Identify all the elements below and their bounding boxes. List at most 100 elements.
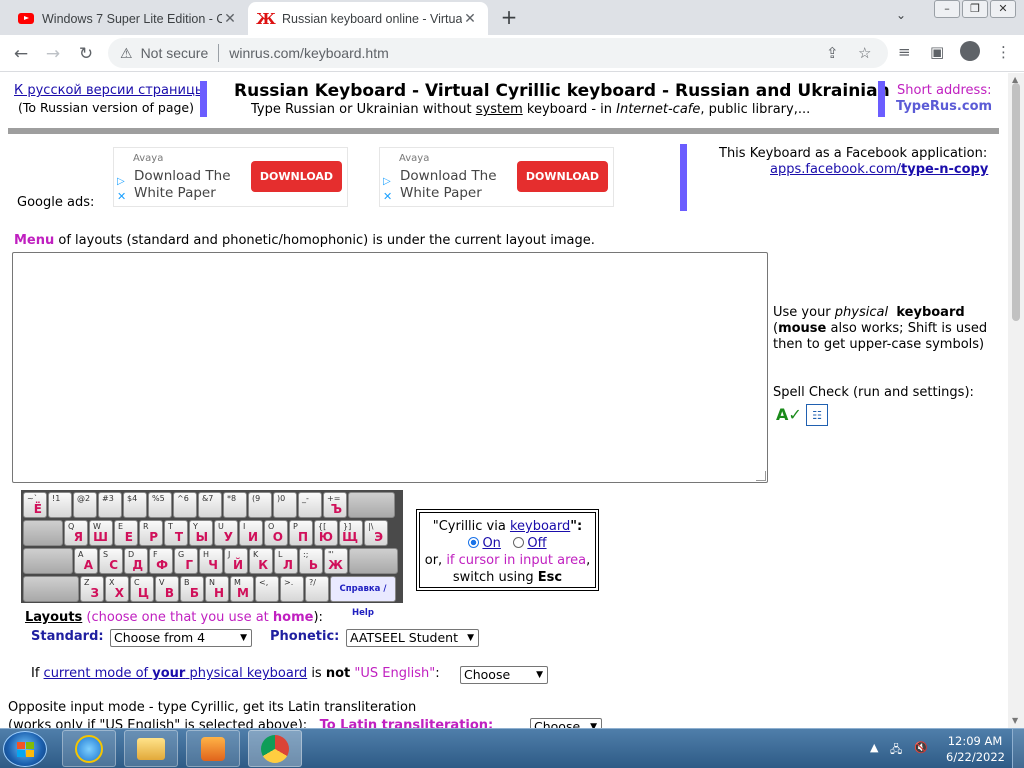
- reading-list-icon[interactable]: ≡: [898, 43, 911, 61]
- keyboard-modifier-key[interactable]: [23, 548, 73, 574]
- side-panel-icon[interactable]: ▣: [930, 43, 944, 61]
- keyboard-key[interactable]: NН: [205, 576, 229, 602]
- close-window-button[interactable]: ✕: [990, 0, 1016, 18]
- phonetic-layout-select[interactable]: AATSEEL Student ▼: [346, 629, 479, 647]
- keyboard-key[interactable]: >.: [280, 576, 304, 602]
- keyboard-key[interactable]: SС: [99, 548, 123, 574]
- volume-muted-icon[interactable]: 🔇: [914, 741, 928, 754]
- keyboard-key[interactable]: YЫ: [189, 520, 213, 546]
- on-radio-label[interactable]: On: [482, 536, 500, 551]
- keyboard-key[interactable]: !1: [48, 492, 72, 518]
- physical-mode-select[interactable]: Choose ▼: [460, 666, 548, 684]
- ad-text[interactable]: Download The White Paper: [134, 168, 244, 202]
- spell-check-settings-icon[interactable]: ☷: [806, 404, 828, 426]
- chrome-button[interactable]: [248, 730, 302, 767]
- backspace-key[interactable]: [348, 492, 395, 518]
- keyboard-link[interactable]: keyboard: [510, 519, 570, 534]
- current-mode-link[interactable]: current mode of your physical keyboard: [44, 666, 308, 681]
- on-radio[interactable]: [468, 537, 480, 548]
- keyboard-key[interactable]: }] Щ: [339, 520, 363, 546]
- keyboard-key[interactable]: EЕ: [114, 520, 138, 546]
- keyboard-key[interactable]: ZЗ: [80, 576, 104, 602]
- keyboard-key[interactable]: KК: [249, 548, 273, 574]
- keyboard-key[interactable]: ?/: [305, 576, 329, 602]
- menu-kebab-icon[interactable]: ⋮: [996, 43, 1011, 61]
- keyboard-key[interactable]: ^6: [173, 492, 197, 518]
- security-status[interactable]: Not secure: [141, 45, 209, 61]
- minimize-button[interactable]: –: [934, 0, 960, 18]
- media-player-button[interactable]: [186, 730, 240, 767]
- show-hidden-icons-icon[interactable]: ▲: [870, 741, 878, 754]
- keyboard-key[interactable]: RР: [139, 520, 163, 546]
- ad-text[interactable]: Download The White Paper: [400, 168, 510, 202]
- start-button[interactable]: [3, 731, 47, 767]
- keyboard-key[interactable]: JЙ: [224, 548, 248, 574]
- keyboard-key[interactable]: GГ: [174, 548, 198, 574]
- tab-youtube[interactable]: Windows 7 Super Lite Edition - O ✕: [8, 2, 248, 35]
- url-text[interactable]: winrus.com/keyboard.htm: [229, 45, 389, 61]
- latin-transliteration-select[interactable]: Choose ▼: [530, 718, 602, 728]
- ad-close-icon[interactable]: ✕: [383, 190, 392, 203]
- ad-close-icon[interactable]: ✕: [117, 190, 126, 203]
- keyboard-key[interactable]: TТ: [164, 520, 188, 546]
- keyboard-modifier-key[interactable]: [23, 576, 79, 602]
- ad-banner[interactable]: Avaya ▷ ✕ Download The White Paper DOWNL…: [113, 147, 348, 207]
- keyboard-key[interactable]: <,: [255, 576, 279, 602]
- keyboard-key[interactable]: $4: [123, 492, 147, 518]
- keyboard-key[interactable]: #3: [98, 492, 122, 518]
- off-radio-label[interactable]: Off: [527, 536, 546, 551]
- keyboard-key[interactable]: WШ: [89, 520, 113, 546]
- keyboard-help-button[interactable]: Справка / Help: [330, 576, 396, 618]
- tab-close-icon[interactable]: ✕: [462, 11, 478, 27]
- keyboard-key[interactable]: DД: [124, 548, 148, 574]
- tab-russian-keyboard[interactable]: Ж Russian keyboard online - Virtual ✕: [248, 2, 488, 35]
- maximize-button[interactable]: ❐: [962, 0, 988, 18]
- ad-download-button[interactable]: DOWNLOAD: [517, 161, 608, 192]
- keyboard-key[interactable]: LЛ: [274, 548, 298, 574]
- spell-check-run-icon[interactable]: A✓: [776, 404, 802, 426]
- keyboard-key[interactable]: CЦ: [130, 576, 154, 602]
- keyboard-key[interactable]: @2: [73, 492, 97, 518]
- address-bar[interactable]: ⚠ Not secure winrus.com/keyboard.htm ⇪ ☆: [108, 38, 888, 68]
- keyboard-key[interactable]: FФ: [149, 548, 173, 574]
- keyboard-key[interactable]: OО: [264, 520, 288, 546]
- ad-download-button[interactable]: DOWNLOAD: [251, 161, 342, 192]
- bookmark-star-icon[interactable]: ☆: [858, 44, 871, 62]
- keyboard-key[interactable]: AА: [74, 548, 98, 574]
- russian-version-link[interactable]: К русской версии страницы: [14, 83, 205, 98]
- keyboard-key[interactable]: &7: [198, 492, 222, 518]
- keyboard-modifier-key[interactable]: [23, 520, 63, 546]
- keyboard-key[interactable]: PП: [289, 520, 313, 546]
- page-scrollbar[interactable]: ▲ ▼: [1008, 73, 1024, 728]
- warning-icon[interactable]: ⚠: [120, 45, 133, 62]
- share-icon[interactable]: ⇪: [826, 44, 839, 62]
- keyboard-key[interactable]: IИ: [239, 520, 263, 546]
- layouts-link[interactable]: Layouts: [25, 610, 82, 625]
- facebook-app-link[interactable]: apps.facebook.com/type-n-copy: [770, 162, 988, 177]
- ad-banner[interactable]: Avaya ▷ ✕ Download The White Paper DOWNL…: [379, 147, 614, 207]
- keyboard-key[interactable]: _-: [298, 492, 322, 518]
- enter-key[interactable]: [349, 548, 398, 574]
- scrollbar-thumb[interactable]: [1012, 83, 1020, 321]
- forward-arrow-icon[interactable]: →: [40, 41, 66, 67]
- tab-close-icon[interactable]: ✕: [222, 11, 238, 27]
- keyboard-key[interactable]: += Ъ: [323, 492, 347, 518]
- text-input-area[interactable]: [12, 252, 768, 483]
- keyboard-key[interactable]: *8: [223, 492, 247, 518]
- back-arrow-icon[interactable]: ←: [8, 41, 34, 67]
- standard-layout-select[interactable]: Choose from 4 ▼: [110, 629, 252, 647]
- off-radio[interactable]: [513, 537, 525, 548]
- keyboard-key[interactable]: ~` Ё: [23, 492, 47, 518]
- adchoices-icon[interactable]: ▷: [383, 176, 391, 187]
- adchoices-icon[interactable]: ▷: [117, 176, 125, 187]
- file-explorer-button[interactable]: [124, 730, 178, 767]
- show-desktop-button[interactable]: [1012, 729, 1024, 768]
- keyboard-key[interactable]: UУ: [214, 520, 238, 546]
- scroll-down-arrow-icon[interactable]: ▼: [1012, 716, 1018, 725]
- tab-search-chevron-icon[interactable]: ⌄: [896, 8, 906, 22]
- keyboard-key[interactable]: HЧ: [199, 548, 223, 574]
- new-tab-button[interactable]: +: [498, 6, 520, 28]
- keyboard-key[interactable]: (9: [248, 492, 272, 518]
- keyboard-key[interactable]: %5: [148, 492, 172, 518]
- keyboard-key[interactable]: {[Ю: [314, 520, 338, 546]
